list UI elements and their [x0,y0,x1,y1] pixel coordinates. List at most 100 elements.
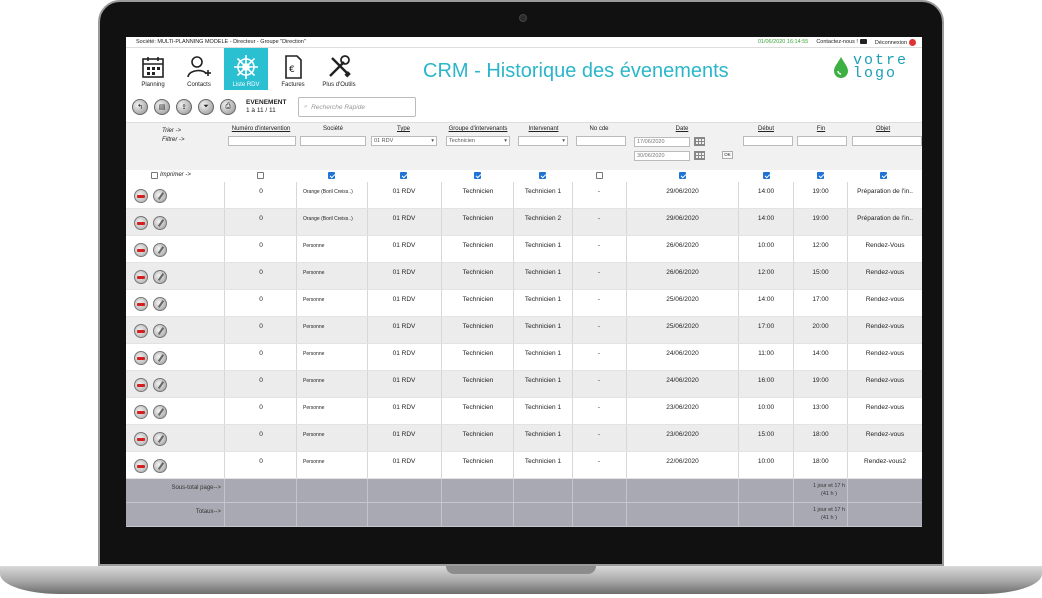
col-intervenant-checkbox[interactable] [539,172,546,179]
edit-button[interactable] [153,432,167,446]
cell-societe: Personne [303,378,325,384]
cell-fin: 18:00 [812,458,829,465]
type-filter-select[interactable]: 01 RDV ▾ [371,136,437,146]
table-row[interactable]: 0 Personne 01 RDV Technicien Technicien 1 - 26… [126,236,922,263]
objet-filter-input[interactable] [852,136,922,146]
edit-button[interactable] [153,297,167,311]
cell-num: 0 [259,431,263,438]
col-objet-checkbox[interactable] [880,172,887,179]
subtotal-label: Sous-total page--> [171,485,221,491]
cell-nocde: - [597,377,601,384]
col-groupe-checkbox[interactable] [474,172,481,179]
table-row[interactable]: 0 Personne 01 RDV Technicien Technicien 1 - 25… [126,317,922,344]
cell-groupe: Technicien [462,350,494,357]
table-row[interactable]: 0 Orange (Boril Creiss..) 01 RDV Technicien… [126,209,922,236]
delete-button[interactable] [134,270,148,284]
delete-button[interactable] [134,216,148,230]
edit-button[interactable] [153,351,167,365]
nav-plus-outils[interactable]: Plus d'Outils [318,48,360,90]
nav-planning[interactable]: Planning [132,48,174,90]
col-nocde-header[interactable]: No cde [574,126,624,132]
logout-link[interactable]: Déconnexion [875,38,916,46]
col-debut-checkbox[interactable] [763,172,770,179]
table-row[interactable]: 0 Personne 01 RDV Technicien Technicien 1 - 23… [126,425,922,452]
filter-header: Trier -> Filtrer -> Numéro d'interventio… [126,122,922,170]
cell-objet: Préparation de l'in.. [857,215,913,222]
col-groupe-header[interactable]: Groupe d'intervenants [442,126,514,132]
column-divider [572,425,573,451]
print-all-checkbox[interactable] [151,172,158,179]
fin-filter-input[interactable] [797,136,847,146]
col-type-header[interactable]: Type [371,126,436,132]
back-button[interactable]: ↰ [132,99,148,115]
col-societe-checkbox[interactable] [328,172,335,179]
col-date-checkbox[interactable] [679,172,686,179]
table-row[interactable]: 0 Personne 01 RDV Technicien Technicien 1 - 24… [126,371,922,398]
societe-filter-input[interactable] [300,136,366,146]
cell-fin: 17:00 [812,296,829,303]
column-divider [441,371,442,397]
column-divider [626,236,627,262]
contact-link[interactable]: Contactez-nous ! [816,39,867,45]
calendar-button[interactable]: ▤ [154,99,170,115]
table-row[interactable]: 0 Personne 01 RDV Technicien Technicien 1 - 22… [126,452,922,479]
edit-button[interactable] [153,270,167,284]
edit-button[interactable] [153,459,167,473]
col-nocde-checkbox[interactable] [596,172,603,179]
calendar-picker-icon[interactable] [694,151,705,160]
cell-num: 0 [259,323,263,330]
col-debut-header[interactable]: Début [741,126,791,132]
delete-button[interactable] [134,297,148,311]
debut-filter-input[interactable] [743,136,793,146]
nav-contacts[interactable]: Contacts [178,48,220,90]
intervenant-filter-select[interactable]: ▾ [518,136,568,146]
cell-date: 29/06/2020 [666,188,699,195]
nav-liste-rdv[interactable]: Liste RDV [224,48,268,90]
delete-button[interactable] [134,378,148,392]
delete-button[interactable] [134,351,148,365]
delete-button[interactable] [134,405,148,419]
nocde-filter-input[interactable] [576,136,626,146]
date-to-input[interactable]: 30/06/2020 [634,151,690,161]
col-num-header[interactable]: Numéro d'intervention [226,126,296,132]
edit-button[interactable] [153,378,167,392]
table-row[interactable]: 0 Personne 01 RDV Technicien Technicien 1 - 24… [126,344,922,371]
edit-button[interactable] [153,405,167,419]
table-row[interactable]: 0 Personne 01 RDV Technicien Technicien 1 - 25… [126,290,922,317]
filter-button[interactable]: ⏷ [198,99,214,115]
camera-icon [519,14,527,22]
table-row[interactable]: 0 Orange (Boril Creiss..) 01 RDV Technicien… [126,182,922,209]
table-row[interactable]: 0 Personne 01 RDV Technicien Technicien 1 - 26… [126,263,922,290]
nav-factures[interactable]: € Factures [272,48,314,90]
col-date-header[interactable]: Date [626,126,738,132]
date-from-input[interactable]: 17/06/2020 [634,137,690,147]
table-row[interactable]: 0 Personne 01 RDV Technicien Technicien 1 - 23… [126,398,922,425]
search-input[interactable]: ⌕ Recherche Rapide [298,97,417,117]
col-num-checkbox[interactable] [257,172,264,179]
col-objet-header[interactable]: Objet [848,126,918,132]
edit-button[interactable] [153,243,167,257]
export-button[interactable]: ⇪ [176,99,192,115]
column-divider [296,452,297,478]
num-filter-input[interactable] [228,136,296,146]
delete-button[interactable] [134,432,148,446]
search-icon: ⌕ [303,103,308,110]
delete-button[interactable] [134,459,148,473]
col-fin-header[interactable]: Fin [796,126,846,132]
column-divider [626,398,627,424]
delete-button[interactable] [134,189,148,203]
edit-button[interactable] [153,189,167,203]
cell-intervenant: Technicien 1 [524,404,562,411]
edit-button[interactable] [153,324,167,338]
edit-button[interactable] [153,216,167,230]
col-type-checkbox[interactable] [400,172,407,179]
groupe-filter-select[interactable]: Technicien ▾ [446,136,510,146]
col-intervenant-header[interactable]: Intervenant [516,126,571,132]
col-societe-header[interactable]: Société [298,126,368,132]
ok-button[interactable]: OK [722,151,733,159]
print-button[interactable]: ⎙ [220,99,236,115]
delete-button[interactable] [134,324,148,338]
calendar-picker-icon[interactable] [694,137,705,146]
col-fin-checkbox[interactable] [817,172,824,179]
delete-button[interactable] [134,243,148,257]
